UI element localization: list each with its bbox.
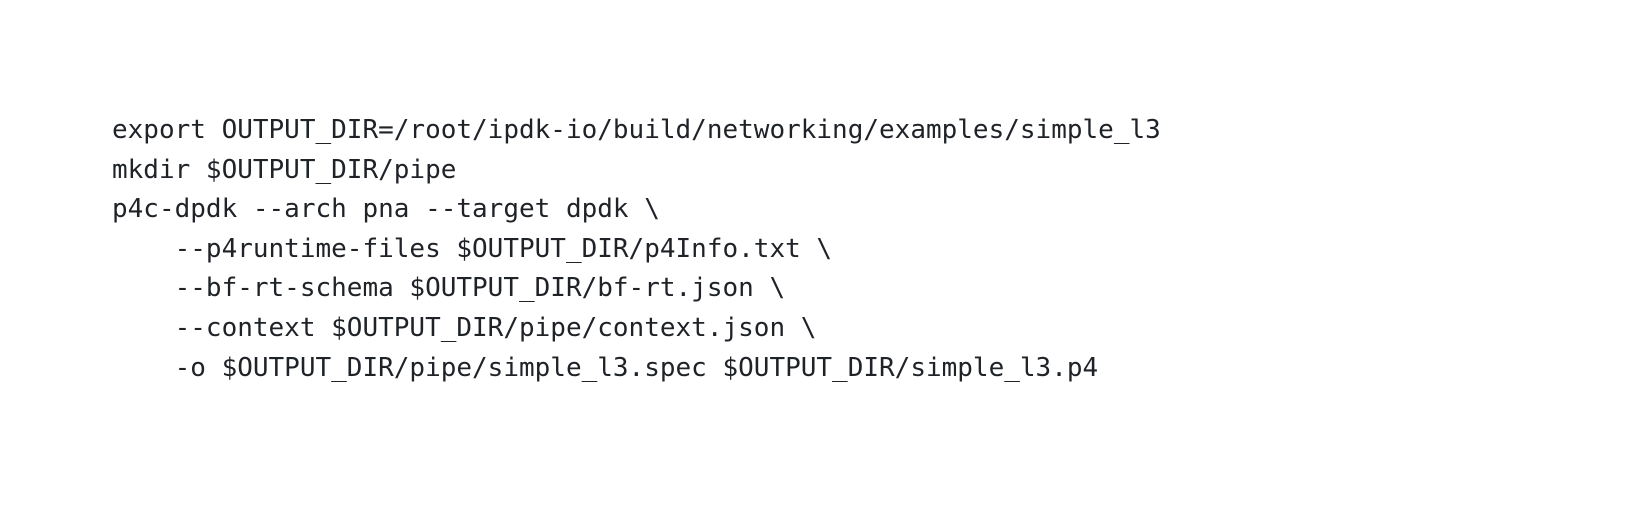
code-line: --context $OUTPUT_DIR/pipe/context.json … — [112, 312, 817, 343]
code-line: mkdir $OUTPUT_DIR/pipe — [112, 154, 457, 185]
code-line: --p4runtime-files $OUTPUT_DIR/p4Info.txt… — [112, 233, 833, 264]
code-line: --bf-rt-schema $OUTPUT_DIR/bf-rt.json \ — [112, 273, 786, 304]
code-line: export OUTPUT_DIR=/root/ipdk-io/build/ne… — [112, 115, 1161, 145]
code-line: p4c-dpdk --arch pna --target dpdk \ — [112, 194, 660, 225]
code-line: -o $OUTPUT_DIR/pipe/simple_l3.spec $OUTP… — [112, 352, 1099, 383]
code-block: export OUTPUT_DIR=/root/ipdk-io/build/ne… — [112, 111, 1161, 388]
